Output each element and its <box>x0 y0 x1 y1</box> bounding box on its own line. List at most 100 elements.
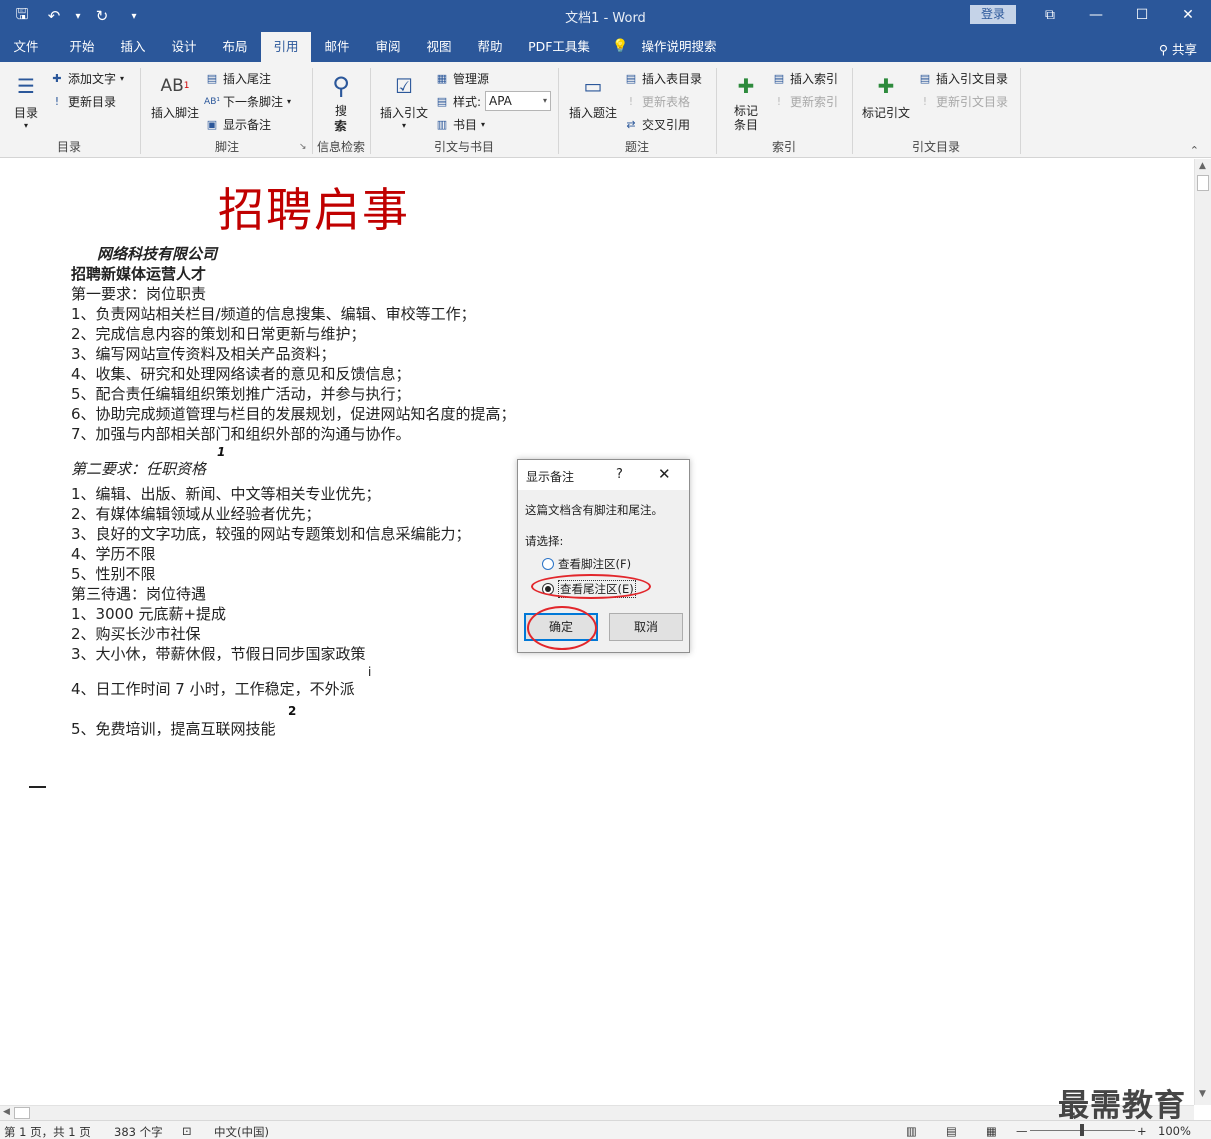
next-footnote-button[interactable]: AB¹ 下一条脚注 ▾ <box>204 93 291 110</box>
save-icon[interactable]: 🖫 <box>8 4 36 28</box>
horizontal-scrollbar[interactable]: ◀ <box>0 1105 1194 1120</box>
group-label-toa: 引文目录 <box>911 140 960 154</box>
endnote-reference-i[interactable]: i <box>368 665 371 679</box>
dialog-close-icon[interactable]: ✕ <box>658 465 671 483</box>
share-button[interactable]: ⚲ 共享 <box>1159 39 1197 58</box>
login-button[interactable]: 登录 <box>970 5 1016 24</box>
insert-index-icon: ▤ <box>773 72 785 85</box>
zoom-level[interactable]: 100% <box>1158 1124 1191 1138</box>
position-heading: 招聘新媒体运营人才 <box>71 265 207 283</box>
person-icon: ⚲ <box>1158 42 1172 57</box>
tell-me-search[interactable]: 操作说明搜索 <box>634 32 724 62</box>
tab-view[interactable]: 视图 <box>415 32 463 62</box>
collapse-ribbon-icon[interactable]: ⌃ <box>1190 144 1199 157</box>
minimize-icon[interactable]: — <box>1073 0 1119 30</box>
page-count[interactable]: 第 1 页，共 1 页 <box>4 1124 91 1139</box>
footnotes-dialog-launcher-icon[interactable]: ↘ <box>299 142 307 152</box>
view-footnote-option[interactable]: 查看脚注区(F) <box>542 556 631 572</box>
footnote-reference-1[interactable]: 1 <box>217 445 225 459</box>
mark-entry-button[interactable]: ✚ 标记条目 <box>724 70 768 132</box>
insert-caption-button[interactable]: ▭ 插入题注 <box>566 70 620 121</box>
insert-citation-label: 插入引文 <box>379 106 428 120</box>
mark-citation-button[interactable]: ✚ 标记引文 <box>858 70 914 121</box>
show-notes-button[interactable]: ▣ 显示备注 <box>205 116 271 133</box>
zoom-out-button[interactable]: — <box>1016 1124 1028 1138</box>
vertical-scrollbar[interactable]: ▲ ▼ <box>1194 159 1211 1105</box>
close-icon[interactable]: ✕ <box>1165 0 1211 30</box>
scroll-left-icon[interactable]: ◀ <box>3 1107 10 1117</box>
toc-icon: ☰ <box>17 74 35 98</box>
undo-dropdown-icon[interactable]: ▾ <box>72 4 84 28</box>
list-item: 6、协助完成频道管理与栏目的发展规划，促进网站知名度的提高； <box>71 405 516 423</box>
insert-footnote-button[interactable]: AB 1 插入脚注 <box>148 70 202 121</box>
insert-index-button[interactable]: ▤ 插入索引 <box>772 70 838 87</box>
toc-button[interactable]: ☰ 目录 ▾ <box>10 70 42 130</box>
citation-style-select[interactable]: APA ▾ <box>485 91 551 111</box>
company-name: 网络科技有限公司 <box>97 245 218 263</box>
tab-review[interactable]: 审阅 <box>364 32 412 62</box>
footnote-reference-2[interactable]: 2 <box>288 704 296 718</box>
insert-endnote-button[interactable]: ▤ 插入尾注 <box>205 70 271 87</box>
read-mode-icon[interactable]: ▥ <box>906 1124 917 1138</box>
list-item: 5、免费培训，提高互联网技能 <box>71 720 276 738</box>
insert-table-of-figures-button[interactable]: ▤ 插入表目录 <box>624 70 702 87</box>
endnote-radio[interactable] <box>542 583 554 595</box>
ribbon-display-options-icon[interactable]: ⧉ <box>1027 0 1073 30</box>
add-text-icon: ✚ <box>52 72 62 85</box>
cross-reference-button[interactable]: ⇄ 交叉引用 <box>624 116 690 133</box>
zoom-in-button[interactable]: + <box>1137 1124 1147 1138</box>
insert-caption-label: 插入题注 <box>568 106 617 120</box>
document-title: 招聘启事 <box>218 183 410 237</box>
tab-pdf-tools[interactable]: PDF工具集 <box>520 32 598 62</box>
tab-references[interactable]: 引用 <box>261 32 311 62</box>
toc-label: 目录 <box>13 106 38 120</box>
scroll-up-icon[interactable]: ▲ <box>1199 161 1206 171</box>
tab-file[interactable]: 文件 <box>4 32 48 62</box>
update-index-button[interactable]: ! 更新索引 <box>772 93 838 110</box>
footnote-radio[interactable] <box>542 558 554 570</box>
tab-mailings[interactable]: 邮件 <box>313 32 361 62</box>
view-endnote-option[interactable]: 查看尾注区(E) <box>542 580 636 598</box>
language-indicator[interactable]: 中文(中国) <box>214 1124 269 1139</box>
customize-qat-icon[interactable]: ▾ <box>120 4 148 28</box>
add-text-button[interactable]: ✚ 添加文字 ▾ <box>50 70 124 87</box>
tab-home[interactable]: 开始 <box>57 32 107 62</box>
word-count[interactable]: 383 个字 <box>114 1124 163 1139</box>
print-layout-icon[interactable]: ▤ <box>946 1124 957 1138</box>
update-toc-button[interactable]: ! 更新目录 <box>50 93 116 110</box>
hscroll-thumb[interactable] <box>14 1107 30 1119</box>
req3-heading: 第三待遇：岗位待遇 <box>71 585 207 603</box>
group-label-footnotes: 脚注 <box>214 140 239 154</box>
share-label: 共享 <box>1171 42 1197 57</box>
cross-reference-label: 交叉引用 <box>642 118 691 132</box>
scroll-down-icon[interactable]: ▼ <box>1199 1089 1206 1099</box>
web-layout-icon[interactable]: ▦ <box>986 1124 997 1138</box>
undo-icon[interactable]: ↶ <box>40 4 68 28</box>
list-item: 5、性别不限 <box>71 565 156 583</box>
insert-citation-button[interactable]: ☑ 插入引文 ▾ <box>377 70 431 130</box>
help-icon[interactable]: ? <box>616 467 623 482</box>
tab-layout[interactable]: 布局 <box>211 32 259 62</box>
update-table-button[interactable]: ! 更新表格 <box>624 93 690 110</box>
tab-design[interactable]: 设计 <box>160 32 208 62</box>
insert-footnote-label: 插入脚注 <box>150 106 199 120</box>
tab-help[interactable]: 帮助 <box>466 32 514 62</box>
list-item: 7、加强与内部相关部门和组织外部的沟通与协作。 <box>71 425 411 443</box>
proofing-icon[interactable]: ⊡ <box>182 1124 192 1138</box>
restore-icon[interactable]: ☐ <box>1119 0 1165 30</box>
style-label: ▤ 样式: <box>435 93 481 110</box>
cancel-button[interactable]: 取消 <box>609 613 683 641</box>
insert-toa-button[interactable]: ▤ 插入引文目录 <box>918 70 1008 87</box>
zoom-slider-thumb[interactable] <box>1080 1124 1084 1136</box>
manage-sources-button[interactable]: ▦ 管理源 <box>435 70 489 87</box>
redo-icon[interactable]: ↻ <box>88 4 116 28</box>
footnote-icon: AB 1 <box>160 76 190 96</box>
update-toa-button[interactable]: ! 更新引文目录 <box>918 93 1008 110</box>
insert-caption-icon: ▭ <box>583 74 603 98</box>
next-footnote-icon: AB¹ <box>204 96 220 107</box>
bibliography-button[interactable]: ▥ 书目 ▾ <box>435 116 485 133</box>
tab-insert[interactable]: 插入 <box>109 32 157 62</box>
show-notes-label: 显示备注 <box>223 118 272 132</box>
ok-button[interactable]: 确定 <box>524 613 598 641</box>
scroll-thumb[interactable] <box>1197 175 1209 191</box>
